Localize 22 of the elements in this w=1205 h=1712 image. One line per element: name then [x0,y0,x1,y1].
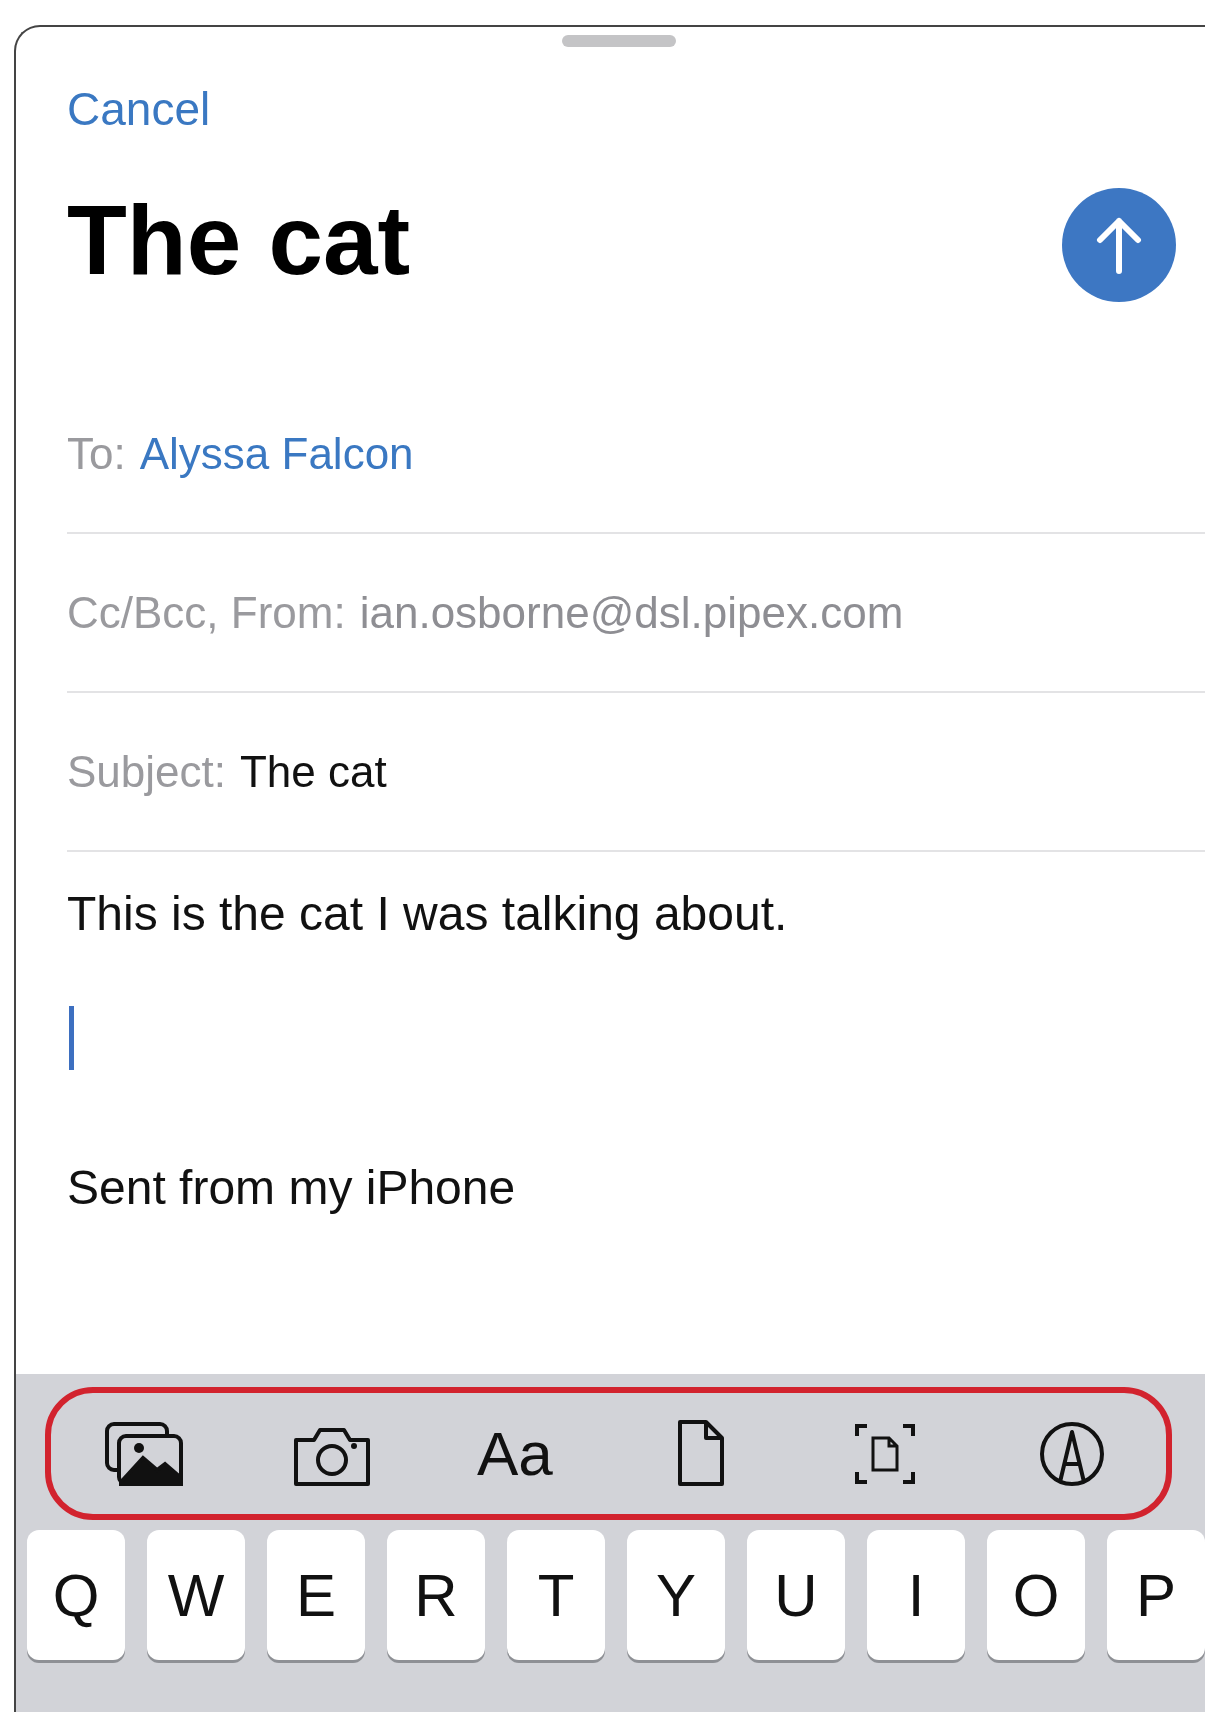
keyboard-key[interactable]: I [867,1530,965,1660]
keyboard-key[interactable]: O [987,1530,1085,1660]
keyboard-key[interactable]: R [387,1530,485,1660]
signature-text: Sent from my iPhone [67,1160,516,1216]
keyboard-key[interactable]: E [267,1530,365,1660]
compose-title: The cat [67,183,411,297]
message-text: This is the cat I was talking about. [67,886,788,942]
text-format-button[interactable]: Aa [476,1418,553,1489]
field-label: Subject: [67,746,226,797]
keyboard-key[interactable]: Y [627,1530,725,1660]
up-arrow-icon [1094,215,1144,275]
field-label: To: [67,428,126,479]
field-value[interactable]: Alyssa Falcon [139,428,414,479]
cancel-link[interactable]: Cancel [67,83,211,135]
keyboard-key[interactable]: U [747,1530,845,1660]
field-value[interactable]: The cat [240,746,387,797]
keyboard-key[interactable]: W [147,1530,245,1660]
keyboard-key[interactable]: P [1107,1530,1205,1660]
keyboard-key[interactable]: T [507,1530,605,1660]
text-cursor [69,1006,74,1070]
keyboard-key[interactable]: Q [27,1530,125,1660]
field-label: Cc/Bcc, From: [67,587,346,638]
